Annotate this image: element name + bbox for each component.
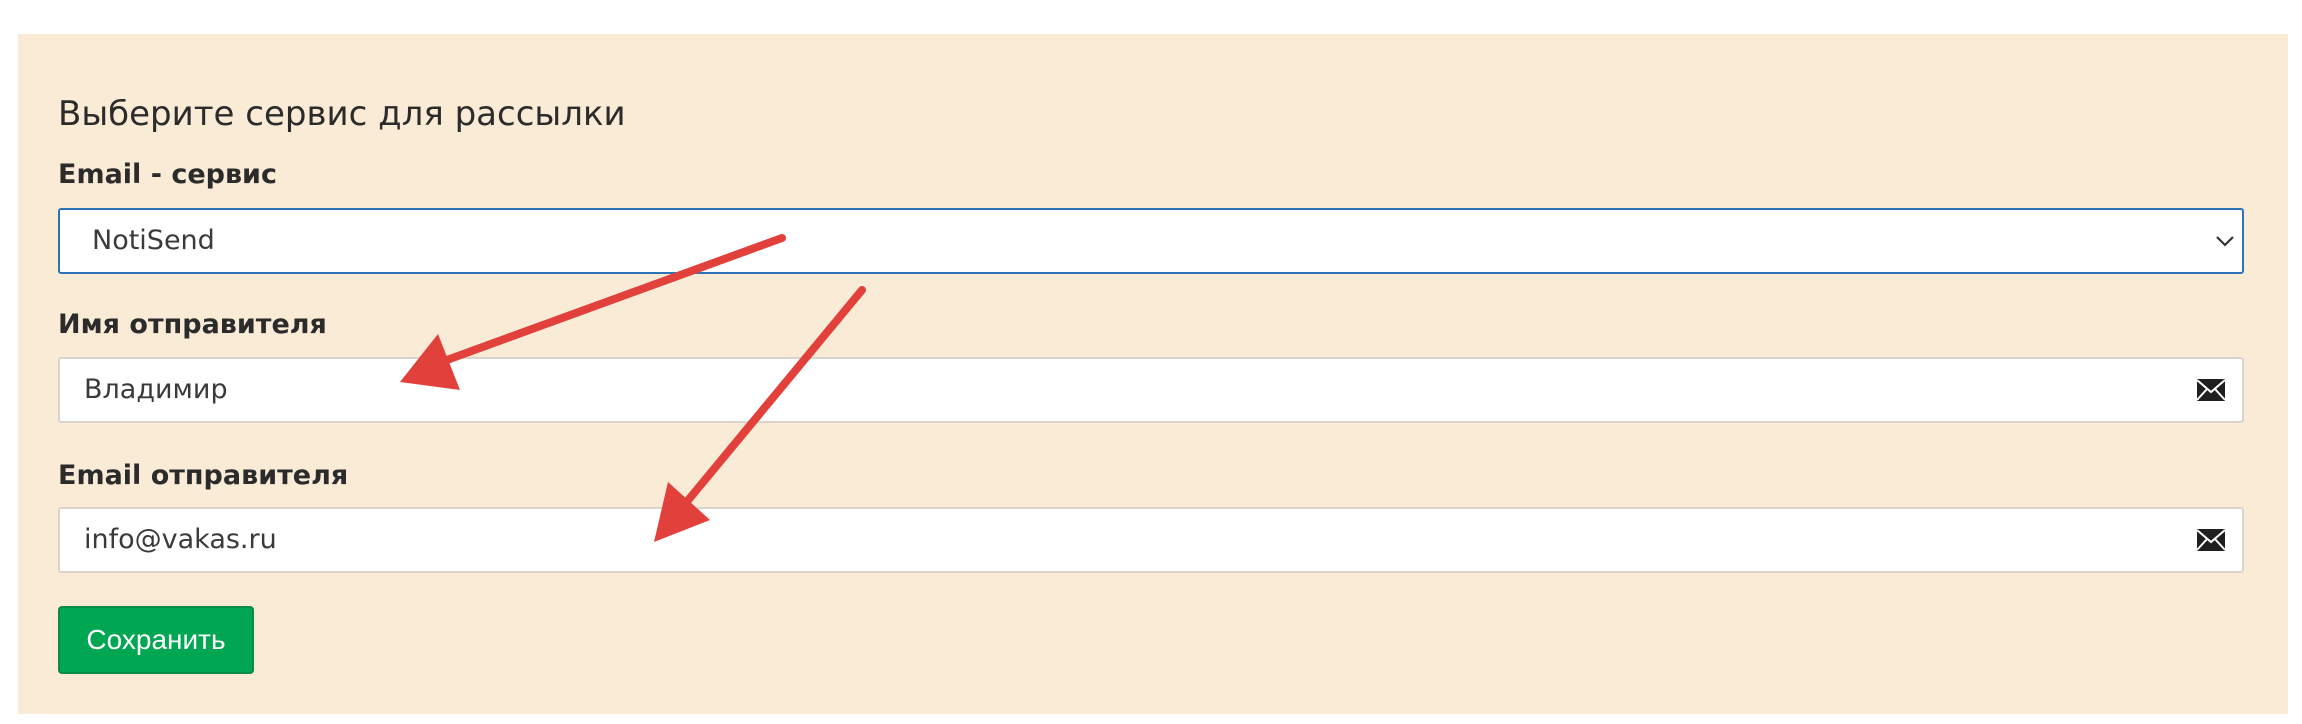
save-button[interactable]: Сохранить (58, 606, 254, 674)
sender-email-input[interactable]: info@vakas.ru (58, 507, 2244, 573)
chevron-down-icon (2216, 236, 2234, 247)
sender-name-value: Владимир (84, 374, 228, 405)
sender-name-label: Имя отправителя (58, 309, 327, 340)
envelope-icon (2196, 379, 2226, 401)
service-select[interactable]: NotiSend (58, 208, 2244, 274)
sender-email-label: Email отправителя (58, 460, 349, 491)
sender-email-value: info@vakas.ru (84, 524, 277, 555)
service-select-value: NotiSend (92, 225, 215, 256)
service-label: Email - сервис (58, 159, 277, 190)
form-title: Выберите сервис для рассылки (58, 94, 626, 134)
sender-name-input[interactable]: Владимир (58, 357, 2244, 423)
envelope-icon (2196, 529, 2226, 551)
